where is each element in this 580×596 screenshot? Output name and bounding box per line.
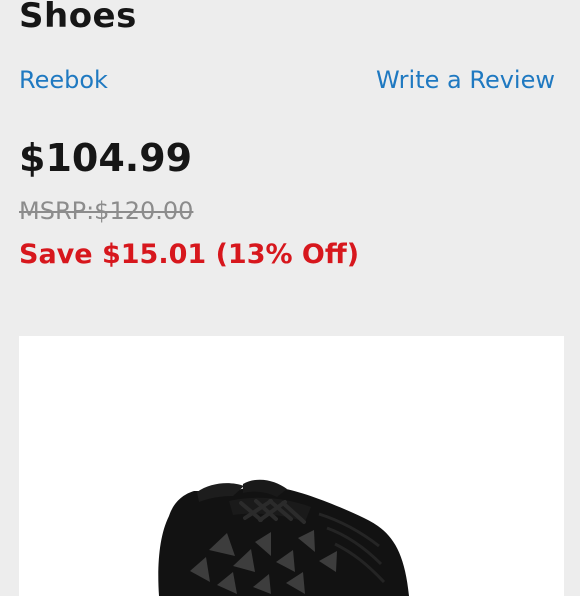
brand-link[interactable]: Reebok [19, 66, 108, 94]
savings-text: Save $15.01 (13% Off) [19, 239, 360, 270]
product-title: Shoes [19, 0, 137, 36]
current-price: $104.99 [19, 136, 193, 180]
product-image[interactable] [19, 336, 564, 596]
msrp-price: MSRP:$120.00 [19, 197, 194, 225]
black-sneaker-image [158, 479, 409, 596]
write-review-link[interactable]: Write a Review [376, 66, 555, 94]
